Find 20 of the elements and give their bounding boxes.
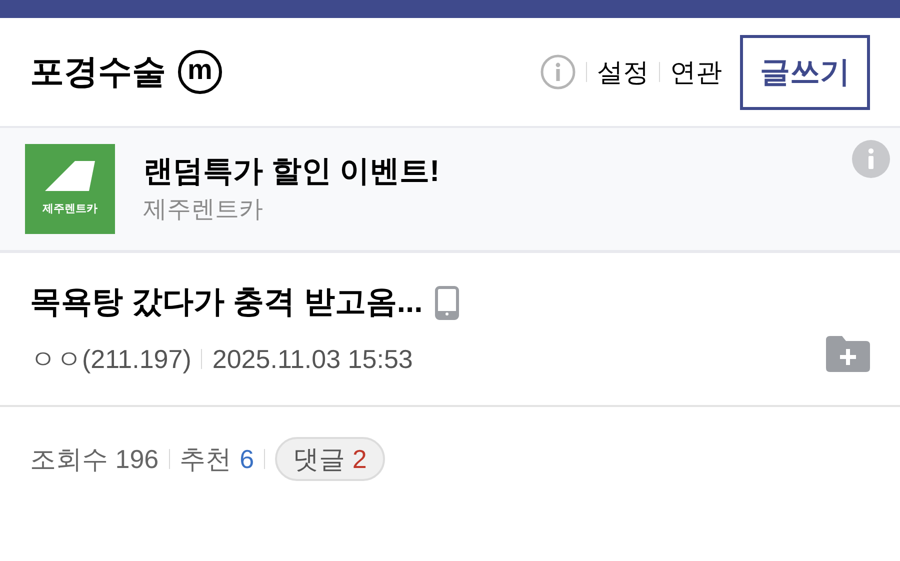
author-name[interactable]: ㅇㅇ(211.197) [30,340,192,379]
header-link[interactable]: 설정 [597,52,649,92]
post-date: 2025.11.03 15:53 [212,342,413,376]
post-title: 목욕탕 갔다가 충격 받고옴... [30,283,423,322]
minor-gallery-badge: m [178,50,222,94]
header-link[interactable]: 연관 [670,52,722,92]
ad-headline: 랜덤특가 할인 이벤트! [143,154,440,190]
like-count: 6 [240,442,254,476]
gallery-title: 포경수술 [30,52,166,92]
info-icon[interactable] [852,140,890,178]
mobile-icon [434,286,459,320]
comment-button[interactable]: 댓글 2 [275,437,385,481]
like-label: 추천 [180,442,232,476]
advertiser-name: 제주렌트카 [143,194,264,225]
view-count: 조회수 196 [30,442,159,476]
folder-add-icon[interactable] [826,336,870,372]
write-button[interactable]: 글쓰기 [740,34,870,110]
info-icon[interactable] [540,54,576,90]
ad-banner[interactable]: 제주렌트카 랜덤특가 할인 이벤트! 제주렌트카 [0,128,900,253]
advertiser-logo: 제주렌트카 [25,144,115,234]
